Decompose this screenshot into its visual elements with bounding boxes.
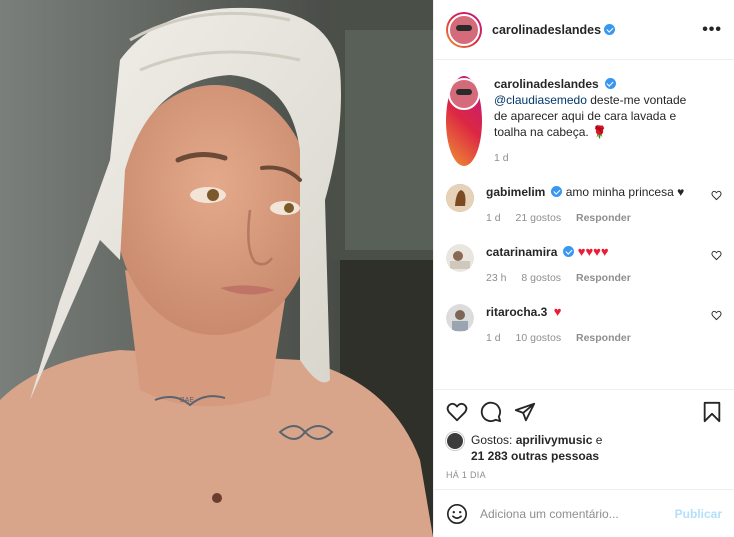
- comment-text: ♥♥♥♥: [577, 244, 609, 259]
- reply-button[interactable]: Responder: [576, 332, 631, 344]
- comment-like-icon[interactable]: [711, 190, 722, 201]
- comment-item: ritarocha.3 ♥ 1 d 10 gostos Responder: [446, 304, 722, 346]
- comment-input[interactable]: [480, 506, 675, 521]
- comment-item: gabimelim amo minha princesa ♥ 1 d 21 go…: [446, 184, 722, 226]
- likes-text: Gostos: aprilivymusic e 21 283 outras pe…: [471, 432, 602, 464]
- caption-body: carolinadeslandes @claudiasemedo deste-m…: [494, 76, 722, 166]
- liker-username[interactable]: aprilivymusic: [516, 433, 593, 447]
- liker-avatar[interactable]: [446, 432, 464, 450]
- comment-time[interactable]: 1 d: [486, 212, 501, 224]
- comment-meta: 23 h 8 gostos Responder: [486, 270, 696, 286]
- heart-icon[interactable]: [446, 401, 468, 423]
- comment-meta: 1 d 10 gostos Responder: [486, 330, 696, 346]
- add-comment-bar: Publicar: [434, 489, 734, 537]
- caption: carolinadeslandes @claudiasemedo deste-m…: [446, 76, 722, 166]
- reply-button[interactable]: Responder: [576, 272, 631, 284]
- comment-body: gabimelim amo minha princesa ♥ 1 d 21 go…: [486, 184, 722, 226]
- author-username[interactable]: carolinadeslandes: [492, 23, 601, 37]
- comment-username[interactable]: gabimelim: [486, 185, 545, 199]
- comment-like-icon[interactable]: [711, 250, 722, 261]
- reply-button[interactable]: Responder: [576, 212, 631, 224]
- likes-others[interactable]: 21 283 outras pessoas: [471, 449, 599, 463]
- publish-button[interactable]: Publicar: [675, 507, 722, 521]
- post-date[interactable]: HÁ 1 DIA: [446, 470, 722, 480]
- share-icon[interactable]: [514, 401, 536, 423]
- more-icon[interactable]: •••: [702, 21, 722, 39]
- comment-body: ritarocha.3 ♥ 1 d 10 gostos Responder: [486, 304, 722, 346]
- comment-time[interactable]: 23 h: [486, 272, 506, 284]
- instagram-post: BAE carolinadeslandes ••• carolinadeslan…: [0, 0, 734, 537]
- svg-text:BAE: BAE: [180, 397, 194, 404]
- comment-text: ♥: [553, 304, 562, 319]
- caption-avatar[interactable]: [446, 76, 482, 166]
- comment-avatar[interactable]: [446, 304, 474, 332]
- comment-username[interactable]: ritarocha.3: [486, 305, 547, 319]
- author-avatar[interactable]: [446, 11, 482, 48]
- post-sidebar: carolinadeslandes ••• carolinadeslandes …: [433, 0, 734, 537]
- verified-icon: [604, 78, 616, 89]
- comment-likes[interactable]: 21 gostos: [516, 212, 562, 224]
- comment-avatar[interactable]: [446, 244, 474, 272]
- comment-time[interactable]: 1 d: [486, 332, 501, 344]
- comment-like-icon[interactable]: [711, 310, 722, 321]
- caption-meta: 1 d: [494, 150, 696, 166]
- caption-mention[interactable]: @claudiasemedo: [494, 93, 587, 107]
- likes-prefix: Gostos:: [471, 433, 516, 447]
- caption-time[interactable]: 1 d: [494, 152, 509, 164]
- post-header: carolinadeslandes •••: [434, 0, 734, 60]
- comment-item: catarinamira ♥♥♥♥ 23 h 8 gostos Responde…: [446, 244, 722, 286]
- comment-username[interactable]: catarinamira: [486, 245, 557, 259]
- comment-text: amo minha princesa ♥: [565, 185, 685, 199]
- verified-icon: [604, 24, 616, 35]
- comment-meta: 1 d 21 gostos Responder: [486, 210, 696, 226]
- verified-icon: [563, 246, 575, 257]
- likes-middle: e: [592, 433, 603, 447]
- comments-list: carolinadeslandes @claudiasemedo deste-m…: [434, 60, 734, 389]
- caption-username[interactable]: carolinadeslandes: [494, 77, 599, 91]
- photo-illustration: BAE: [0, 0, 433, 537]
- bookmark-icon[interactable]: [702, 401, 722, 423]
- comment-likes[interactable]: 8 gostos: [521, 272, 561, 284]
- comment-icon[interactable]: [480, 401, 502, 423]
- likes-summary: Gostos: aprilivymusic e 21 283 outras pe…: [446, 432, 722, 464]
- comment-avatar[interactable]: [446, 184, 474, 212]
- post-photo[interactable]: BAE: [0, 0, 433, 537]
- comment-likes[interactable]: 10 gostos: [516, 332, 562, 344]
- comment-body: catarinamira ♥♥♥♥ 23 h 8 gostos Responde…: [486, 244, 722, 286]
- action-icons: [446, 398, 722, 426]
- verified-icon: [551, 186, 563, 197]
- emoji-icon[interactable]: [446, 503, 468, 525]
